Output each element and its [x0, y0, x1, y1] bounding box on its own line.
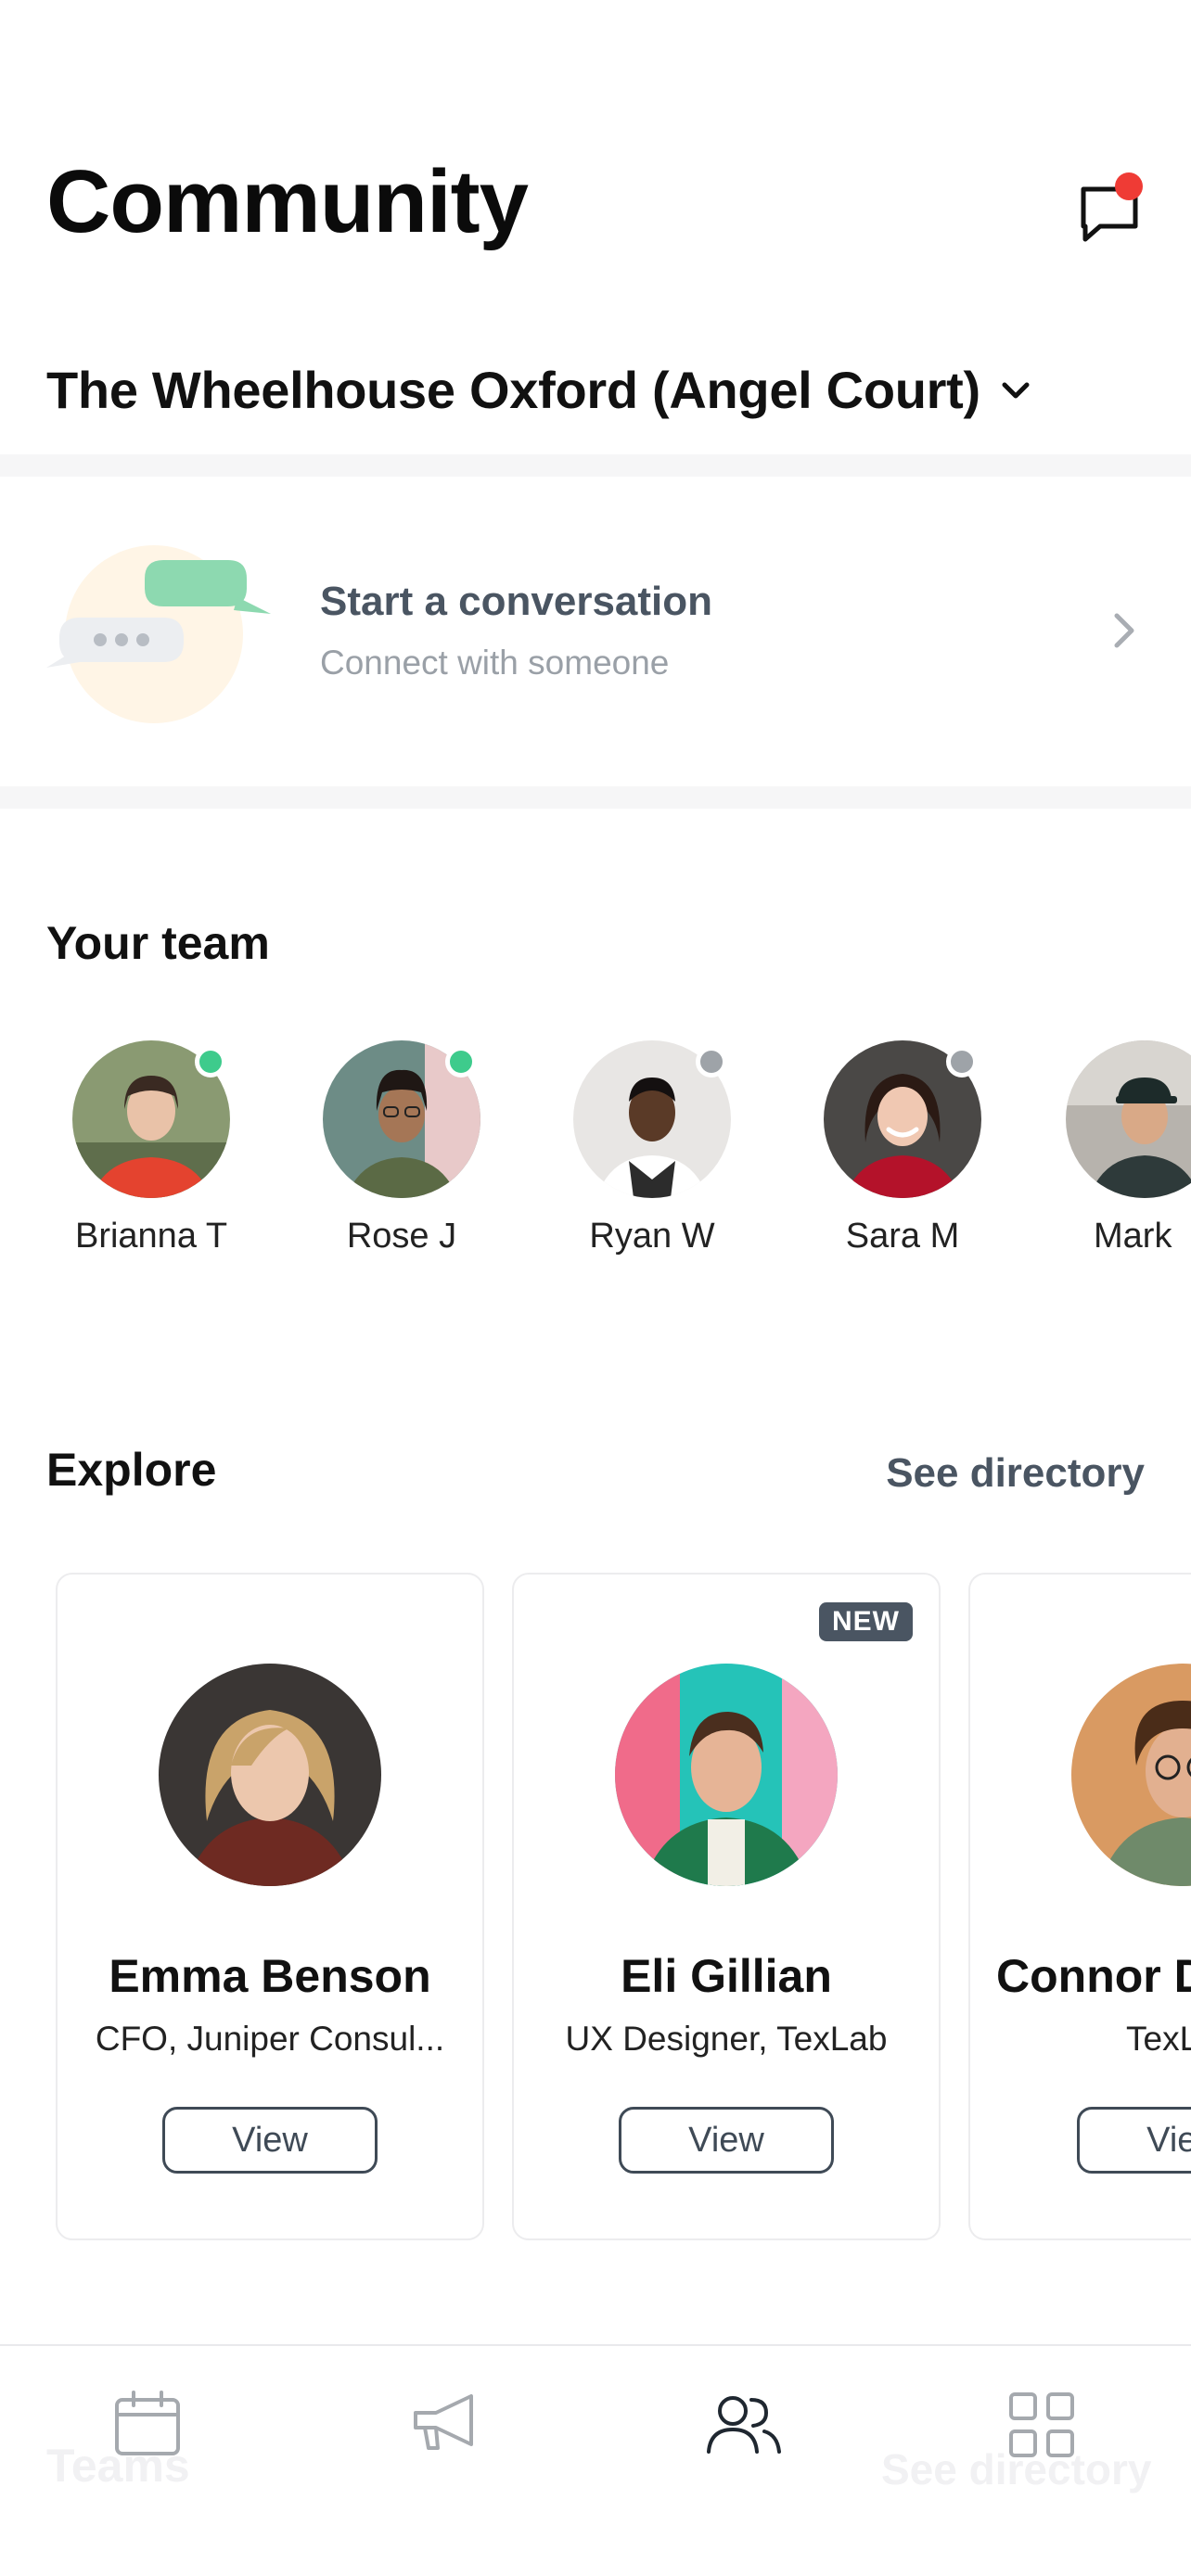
team-member-name: Ryan W: [589, 1217, 715, 1256]
tab-announcements[interactable]: [404, 2383, 488, 2467]
chevron-right-icon: [1114, 613, 1134, 648]
view-profile-button[interactable]: View: [619, 2107, 834, 2174]
location-selector[interactable]: The Wheelhouse Oxford (Angel Court): [46, 360, 1034, 420]
team-member-name: Sara M: [845, 1217, 960, 1256]
profile-card[interactable]: Connor D TexL View: [968, 1573, 1191, 2240]
team-member-sara[interactable]: Sara M: [810, 1040, 995, 1256]
conversation-illustration-icon: [46, 545, 271, 723]
view-profile-button[interactable]: View: [1077, 2107, 1191, 2174]
notification-dot: [1115, 172, 1143, 200]
team-member-mark[interactable]: Mark: [1060, 1040, 1191, 1256]
tab-community[interactable]: [701, 2383, 785, 2467]
calendar-icon: [115, 2391, 180, 2455]
bottom-tab-bar: Teams See directory: [0, 2344, 1191, 2576]
profile-name: Connor D: [996, 1950, 1191, 2002]
see-directory-link[interactable]: See directory: [886, 1450, 1145, 1497]
messages-button[interactable]: [1074, 172, 1148, 250]
profile-role: TexL: [1126, 2020, 1191, 2058]
conversation-title: Start a conversation: [320, 579, 713, 624]
start-conversation-row[interactable]: Start a conversation Connect with someon…: [0, 475, 1191, 786]
tab-more[interactable]: [1000, 2383, 1083, 2467]
profile-card[interactable]: Emma Benson CFO, Juniper Consul... View: [56, 1573, 484, 2240]
explore-section-title: Explore: [46, 1444, 217, 1496]
profile-role: CFO, Juniper Consul...: [95, 2020, 445, 2058]
divider: [0, 786, 1191, 809]
online-status-indicator: [445, 1046, 477, 1078]
location-name: The Wheelhouse Oxford (Angel Court): [46, 361, 980, 419]
offline-status-indicator: [696, 1046, 727, 1078]
view-profile-button[interactable]: View: [162, 2107, 378, 2174]
team-section-title: Your team: [46, 917, 270, 969]
avatar: [1066, 1040, 1191, 1198]
new-badge: NEW: [819, 1602, 913, 1641]
chevron-down-icon: [1002, 382, 1030, 398]
profile-photo: [615, 1664, 838, 1886]
page-title: Community: [46, 152, 529, 251]
profile-card[interactable]: NEW Eli Gillian UX Designer, TexLab View: [512, 1573, 941, 2240]
team-member-rose[interactable]: Rose J: [309, 1040, 494, 1256]
team-member-name: Mark: [1094, 1217, 1172, 1256]
team-member-ryan[interactable]: Ryan W: [559, 1040, 745, 1256]
people-icon: [707, 2396, 781, 2454]
online-status-indicator: [195, 1046, 226, 1078]
grid-icon: [1009, 2392, 1074, 2457]
profile-name: Eli Gillian: [621, 1950, 832, 2002]
explore-carousel: Emma Benson CFO, Juniper Consul... View …: [0, 1573, 1191, 2240]
profile-name: Emma Benson: [109, 1950, 431, 2002]
divider: [0, 454, 1191, 477]
profile-photo: [1071, 1664, 1191, 1886]
team-member-name: Brianna T: [74, 1217, 228, 1256]
team-member-name: Rose J: [346, 1217, 457, 1256]
team-list: Brianna T Rose J Ryan W Sara M Mark: [0, 1040, 1191, 1272]
megaphone-icon: [414, 2394, 473, 2450]
profile-photo: [159, 1664, 381, 1886]
tab-events[interactable]: [106, 2383, 189, 2467]
conversation-subtitle: Connect with someone: [320, 644, 670, 682]
offline-status-indicator: [946, 1046, 978, 1078]
team-member-brianna[interactable]: Brianna T: [58, 1040, 244, 1256]
profile-role: UX Designer, TexLab: [565, 2020, 888, 2058]
